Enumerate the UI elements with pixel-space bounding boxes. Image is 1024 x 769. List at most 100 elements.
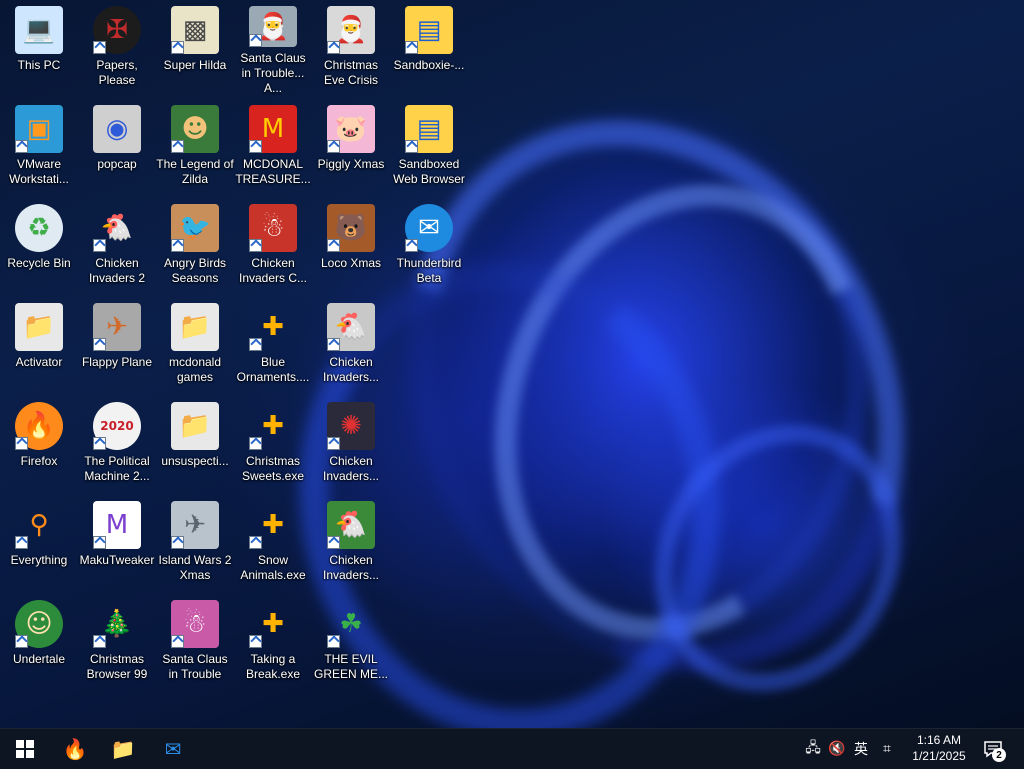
desktop-icon-makutweaker[interactable]: M MakuTweaker — [78, 495, 156, 591]
shortcut-arrow-icon — [93, 239, 106, 252]
desktop-icon-vmware[interactable]: ▣ VMware Workstati... — [0, 99, 78, 195]
desktop-icon-papers-please[interactable]: ✠ Papers, Please — [78, 0, 156, 96]
desktop-icon-christmas-eve-crisis[interactable]: 🎅 Christmas Eve Crisis — [312, 0, 390, 96]
input-language-indicator[interactable]: 英 — [850, 729, 872, 769]
desktop-icon-unsuspecting[interactable]: 📁 unsuspecti... — [156, 396, 234, 492]
desktop-icon-loco-xmas[interactable]: 🐻 Loco Xmas — [312, 198, 390, 294]
vmware-glyph: ▣ — [26, 114, 52, 144]
ime-mode-indicator[interactable]: ⌗ — [876, 729, 898, 769]
christmas-browser-glyph: 🎄 — [100, 609, 134, 639]
shortcut-arrow-icon — [15, 140, 28, 153]
desktop-icon-label: Activator — [15, 355, 63, 369]
volume-tray-icon[interactable]: 🔇 — [826, 729, 848, 769]
shortcut-arrow-icon — [93, 338, 106, 351]
shortcut-arrow-icon — [249, 338, 262, 351]
makutweaker-icon: M — [93, 501, 141, 549]
ime-language-label: 英 — [854, 742, 868, 758]
desktop-icon-label: The Political Machine 2... — [84, 454, 150, 483]
desktop-icon-chicken-invaders-2[interactable]: 🐔 Chicken Invaders 2 — [78, 198, 156, 294]
super-hilda-icon: ▩ — [171, 6, 219, 54]
desktop-icon-undertale[interactable]: ☺ Undertale — [0, 594, 78, 690]
this-pc-icon: 💻 — [15, 6, 63, 54]
taskbar-file-explorer-button[interactable]: 📁 — [100, 729, 146, 769]
desktop-icon-label: MakuTweaker — [79, 553, 155, 567]
thunderbird-beta-glyph: ✉ — [418, 213, 440, 243]
taskbar-clock[interactable]: 1:16 AM 1/21/2025 — [898, 732, 980, 766]
desktop-icon-label: MCDONAL TREASURE... — [235, 157, 311, 186]
desktop-icon-blue-ornaments[interactable]: ✚ Blue Ornaments.... — [234, 297, 312, 393]
desktop-icon-mcdonald-games[interactable]: 📁 mcdonald games — [156, 297, 234, 393]
desktop-icon-label: Piggly Xmas — [317, 157, 385, 171]
desktop-icon-political-machine[interactable]: 2020 The Political Machine 2... — [78, 396, 156, 492]
santa-in-trouble-icon: ☃ — [171, 600, 219, 648]
desktop-icon-recycle-bin[interactable]: ♻ Recycle Bin — [0, 198, 78, 294]
desktop-icon-santa-in-trouble[interactable]: ☃ Santa Claus in Trouble — [156, 594, 234, 690]
desktop-icon-label: Recycle Bin — [7, 256, 71, 270]
desktop-icon-mcdonal-treasure[interactable]: M MCDONAL TREASURE... — [234, 99, 312, 195]
desktop-icon-legend-of-zilda[interactable]: ☻ The Legend of Zilda — [156, 99, 234, 195]
desktop-icon-christmas-sweets[interactable]: ✚ Christmas Sweets.exe — [234, 396, 312, 492]
desktop-icon-everything[interactable]: ⚲ Everything — [0, 495, 78, 591]
desktop-icon-popcap[interactable]: ◉ popcap — [78, 99, 156, 195]
desktop-icon-snow-animals[interactable]: ✚ Snow Animals.exe — [234, 495, 312, 591]
desktop-icon-label: Chicken Invaders 2 — [88, 256, 146, 285]
shortcut-arrow-icon — [171, 41, 184, 54]
desktop-icon-piggly-xmas[interactable]: 🐷 Piggly Xmas — [312, 99, 390, 195]
shortcut-arrow-icon — [249, 239, 262, 252]
desktop-icon-angry-birds[interactable]: 🐦 Angry Birds Seasons — [156, 198, 234, 294]
shortcut-arrow-icon — [327, 437, 340, 450]
shortcut-arrow-icon — [249, 34, 262, 47]
desktop-icon-label: Santa Claus in Trouble — [162, 652, 228, 681]
desktop-icon-evil-green-me[interactable]: ☘ THE EVIL GREEN ME... — [312, 594, 390, 690]
notification-center-button[interactable]: 2 — [978, 729, 1008, 769]
island-wars-icon: ✈ — [171, 501, 219, 549]
blue-ornaments-icon: ✚ — [249, 303, 297, 351]
desktop-icon-chicken-invaders-r4[interactable]: ✺ Chicken Invaders... — [312, 396, 390, 492]
shortcut-arrow-icon — [171, 536, 184, 549]
desktop-icon-super-hilda[interactable]: ▩ Super Hilda — [156, 0, 234, 96]
desktop-icon-label: popcap — [97, 157, 137, 171]
christmas-browser-icon: 🎄 — [93, 600, 141, 648]
desktop-icon-chicken-invaders-r5[interactable]: 🐔 Chicken Invaders... — [312, 495, 390, 591]
shortcut-arrow-icon — [15, 536, 28, 549]
loco-xmas-icon: 🐻 — [327, 204, 375, 252]
desktop-icon-chicken-invaders-r3[interactable]: 🐔 Chicken Invaders... — [312, 297, 390, 393]
desktop-icon-label: Chicken Invaders... — [322, 454, 380, 483]
desktop-icon-sandboxie[interactable]: ▤ Sandboxie-... — [390, 0, 468, 96]
desktop-icon-activator[interactable]: 📁 Activator — [0, 297, 78, 393]
desktop-icon-santa-trouble-a[interactable]: 🎅 Santa Claus in Trouble... A... — [234, 0, 312, 96]
desktop-icon-chicken-invaders-c[interactable]: ☃ Chicken Invaders C... — [234, 198, 312, 294]
shortcut-arrow-icon — [171, 140, 184, 153]
sandboxie-icon: ▤ — [405, 6, 453, 54]
desktop[interactable]: 💻 This PC ▣ VMware Workstati... ♻ Recycle Bin… — [0, 0, 1024, 728]
desktop-icon-taking-a-break[interactable]: ✚ Taking a Break.exe — [234, 594, 312, 690]
desktop-icon-firefox[interactable]: 🔥 Firefox — [0, 396, 78, 492]
makutweaker-glyph: M — [105, 510, 129, 540]
christmas-eve-crisis-icon: 🎅 — [327, 6, 375, 54]
desktop-icon-label: Island Wars 2 Xmas — [158, 553, 232, 582]
snow-animals-icon: ✚ — [249, 501, 297, 549]
desktop-icon-label: mcdonald games — [168, 355, 222, 384]
desktop-icon-this-pc[interactable]: 💻 This PC — [0, 0, 78, 96]
desktop-icon-christmas-browser[interactable]: 🎄 Christmas Browser 99 — [78, 594, 156, 690]
shortcut-arrow-icon — [327, 239, 340, 252]
wallpaper-swirl — [606, 379, 950, 728]
taskbar-firefox-button[interactable]: 🔥 — [52, 729, 98, 769]
taking-a-break-icon: ✚ — [249, 600, 297, 648]
taskbar-thunderbird-button[interactable]: ✉ — [150, 729, 196, 769]
desktop-icon-island-wars[interactable]: ✈ Island Wars 2 Xmas — [156, 495, 234, 591]
everything-glyph: ⚲ — [29, 510, 49, 540]
chicken-invaders-r5-icon: 🐔 — [327, 501, 375, 549]
network-tray-icon[interactable]: 🖧 — [802, 729, 824, 769]
file-explorer-icon: 📁 — [110, 737, 136, 761]
desktop-icon-label: Sandboxie-... — [393, 58, 465, 72]
desktop-icon-sandboxed-browser[interactable]: ▤ Sandboxed Web Browser — [390, 99, 468, 195]
shortcut-arrow-icon — [249, 140, 262, 153]
desktop-icon-label: Taking a Break.exe — [245, 652, 301, 681]
chicken-invaders-r3-glyph: 🐔 — [334, 312, 368, 342]
start-button[interactable] — [2, 729, 48, 769]
shortcut-arrow-icon — [249, 536, 262, 549]
desktop-icon-thunderbird-beta[interactable]: ✉ Thunderbird Beta — [390, 198, 468, 294]
desktop-icon-flappy-plane[interactable]: ✈ Flappy Plane — [78, 297, 156, 393]
activator-glyph: 📁 — [22, 312, 56, 342]
